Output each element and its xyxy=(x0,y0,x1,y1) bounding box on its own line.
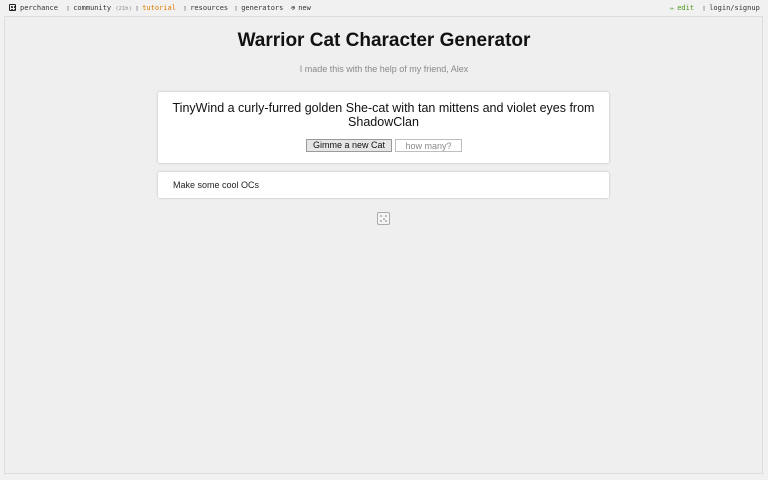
generated-output: TinyWind a curly-furred golden She-cat w… xyxy=(172,101,595,129)
note-text: Make some cool OCs xyxy=(173,180,260,190)
plus-icon: ⊕ xyxy=(291,4,296,12)
top-nav-bar: perchance ▯ community (21h) ▯ tutorial ▯ re… xyxy=(0,0,768,16)
die-icon[interactable] xyxy=(377,212,390,225)
user-icon: ▯ xyxy=(702,4,707,12)
nav-community-link[interactable]: ▯ community (21h) xyxy=(66,0,132,16)
nav-home-link[interactable]: perchance xyxy=(9,0,58,16)
generator-frame xyxy=(4,16,763,474)
nav-resources-link[interactable]: ▯ resources xyxy=(183,0,228,16)
nav-resources-label: resources xyxy=(190,4,229,12)
nav-login-label: login/signup xyxy=(709,4,760,12)
book-icon: ▯ xyxy=(135,4,140,12)
nav-new-label: new xyxy=(298,4,311,12)
nav-community-time: (21h) xyxy=(115,6,132,12)
page-title: Warrior Cat Character Generator xyxy=(237,30,531,51)
count-input[interactable] xyxy=(395,139,462,152)
nav-edit-label: edit xyxy=(677,4,695,12)
output-card: TinyWind a curly-furred golden She-cat w… xyxy=(158,92,609,163)
nav-new-link[interactable]: ⊕ new xyxy=(291,0,311,16)
pencil-icon: ✏ xyxy=(670,4,675,12)
nav-generators-label: generators xyxy=(241,4,284,12)
nav-tutorial-link[interactable]: ▯ tutorial xyxy=(135,0,176,16)
generate-button[interactable]: Gimme a new Cat xyxy=(306,139,392,152)
die-icon xyxy=(9,4,16,11)
nav-community-label: community xyxy=(73,4,112,12)
nav-edit-link[interactable]: ✏ edit xyxy=(670,0,694,16)
nav-generators-link[interactable]: ▯ generators xyxy=(234,0,283,16)
nav-login-link[interactable]: ▯ login/signup xyxy=(702,0,760,16)
grid-icon: ▯ xyxy=(234,4,239,12)
nav-logo-label: perchance xyxy=(20,4,58,12)
nav-tutorial-label: tutorial xyxy=(142,4,176,12)
note-card: Make some cool OCs xyxy=(158,172,609,198)
chat-icon: ▯ xyxy=(66,4,71,12)
link-icon: ▯ xyxy=(183,4,188,12)
page-subtitle: I made this with the help of my friend, … xyxy=(299,64,469,74)
